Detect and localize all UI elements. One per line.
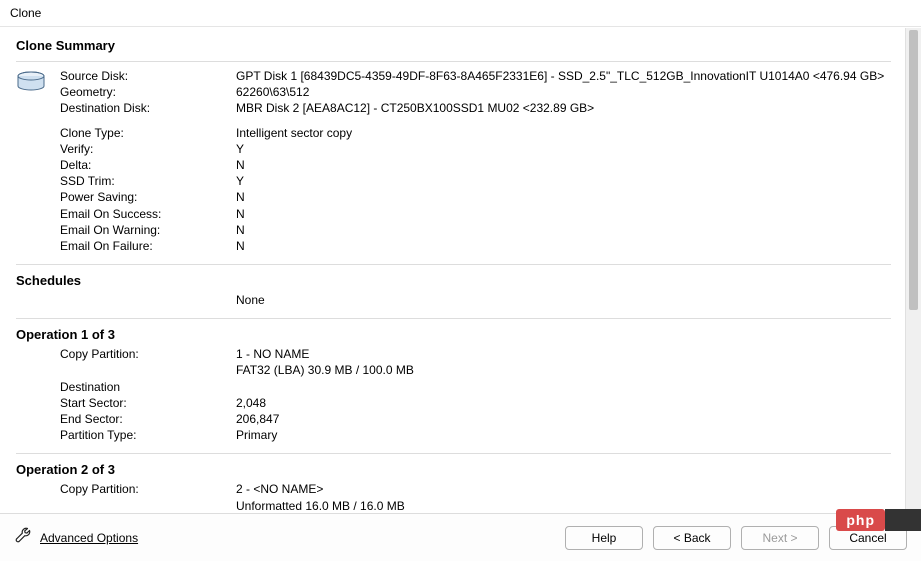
help-button[interactable]: Help bbox=[565, 526, 643, 550]
divider bbox=[16, 453, 891, 454]
label-destination-disk: Destination Disk: bbox=[60, 100, 236, 116]
label-email-failure: Email On Failure: bbox=[16, 238, 236, 254]
value-ssd-trim: Y bbox=[236, 173, 891, 189]
value-destination-disk: MBR Disk 2 [AEA8AC12] - CT250BX100SSD1 M… bbox=[236, 100, 891, 116]
wrench-icon bbox=[14, 526, 34, 549]
content-body: Clone Summary Source Disk:GPT Disk 1 [68… bbox=[0, 28, 905, 513]
vertical-scrollbar[interactable] bbox=[905, 28, 921, 513]
label-op1-copy-partition: Copy Partition: bbox=[16, 346, 236, 362]
section-operation-2: Operation 2 of 3 bbox=[16, 456, 891, 481]
next-button[interactable]: Next > bbox=[741, 526, 819, 550]
value-verify: Y bbox=[236, 141, 891, 157]
label-source-disk: Source Disk: bbox=[60, 68, 236, 84]
label-email-success: Email On Success: bbox=[16, 206, 236, 222]
summary-block: Source Disk:GPT Disk 1 [68439DC5-4359-49… bbox=[16, 64, 891, 119]
advanced-options-link[interactable]: Advanced Options bbox=[40, 531, 138, 545]
footer-bar: Advanced Options Help < Back Next > Canc… bbox=[0, 513, 921, 561]
label-op1-end-sector: End Sector: bbox=[16, 411, 236, 427]
label-clone-type: Clone Type: bbox=[16, 125, 236, 141]
label-op1-partition-type: Partition Type: bbox=[16, 427, 236, 443]
value-power-saving: N bbox=[236, 189, 891, 205]
label-delta: Delta: bbox=[16, 157, 236, 173]
back-button[interactable]: < Back bbox=[653, 526, 731, 550]
value-op1-end-sector: 206,847 bbox=[236, 411, 891, 427]
label-op2-copy-partition: Copy Partition: bbox=[16, 481, 236, 497]
label-email-warning: Email On Warning: bbox=[16, 222, 236, 238]
divider bbox=[16, 61, 891, 62]
value-schedules: None bbox=[236, 292, 891, 308]
label-ssd-trim: SSD Trim: bbox=[16, 173, 236, 189]
value-op1-start-sector: 2,048 bbox=[236, 395, 891, 411]
value-source-disk: GPT Disk 1 [68439DC5-4359-49DF-8F63-8A46… bbox=[236, 68, 891, 84]
value-op1-copy-partition: 1 - NO NAME bbox=[236, 346, 891, 362]
section-clone-summary: Clone Summary bbox=[16, 32, 891, 57]
value-email-warning: N bbox=[236, 222, 891, 238]
scrollbar-thumb[interactable] bbox=[909, 30, 918, 310]
label-op1-start-sector: Start Sector: bbox=[16, 395, 236, 411]
disk-icon bbox=[16, 68, 60, 117]
value-email-success: N bbox=[236, 206, 891, 222]
label-op1-destination: Destination bbox=[16, 379, 236, 395]
section-operation-1: Operation 1 of 3 bbox=[16, 321, 891, 346]
overlay-block bbox=[885, 509, 921, 531]
section-schedules: Schedules bbox=[16, 267, 891, 292]
label-geometry: Geometry: bbox=[60, 84, 236, 100]
value-email-failure: N bbox=[236, 238, 891, 254]
window-title: Clone bbox=[0, 0, 921, 27]
divider bbox=[16, 318, 891, 319]
value-op1-copy-sub: FAT32 (LBA) 30.9 MB / 100.0 MB bbox=[16, 362, 891, 378]
label-power-saving: Power Saving: bbox=[16, 189, 236, 205]
label-verify: Verify: bbox=[16, 141, 236, 157]
php-badge: php bbox=[836, 509, 885, 531]
divider bbox=[16, 264, 891, 265]
value-op2-copy-sub: Unformatted 16.0 MB / 16.0 MB bbox=[16, 498, 891, 513]
content-wrapper: Clone Summary Source Disk:GPT Disk 1 [68… bbox=[0, 28, 921, 513]
value-geometry: 62260\63\512 bbox=[236, 84, 891, 100]
value-delta: N bbox=[236, 157, 891, 173]
value-clone-type: Intelligent sector copy bbox=[236, 125, 891, 141]
value-op2-copy-partition: 2 - <NO NAME> bbox=[236, 481, 891, 497]
label-schedules-empty bbox=[16, 292, 236, 308]
value-op1-partition-type: Primary bbox=[236, 427, 891, 443]
